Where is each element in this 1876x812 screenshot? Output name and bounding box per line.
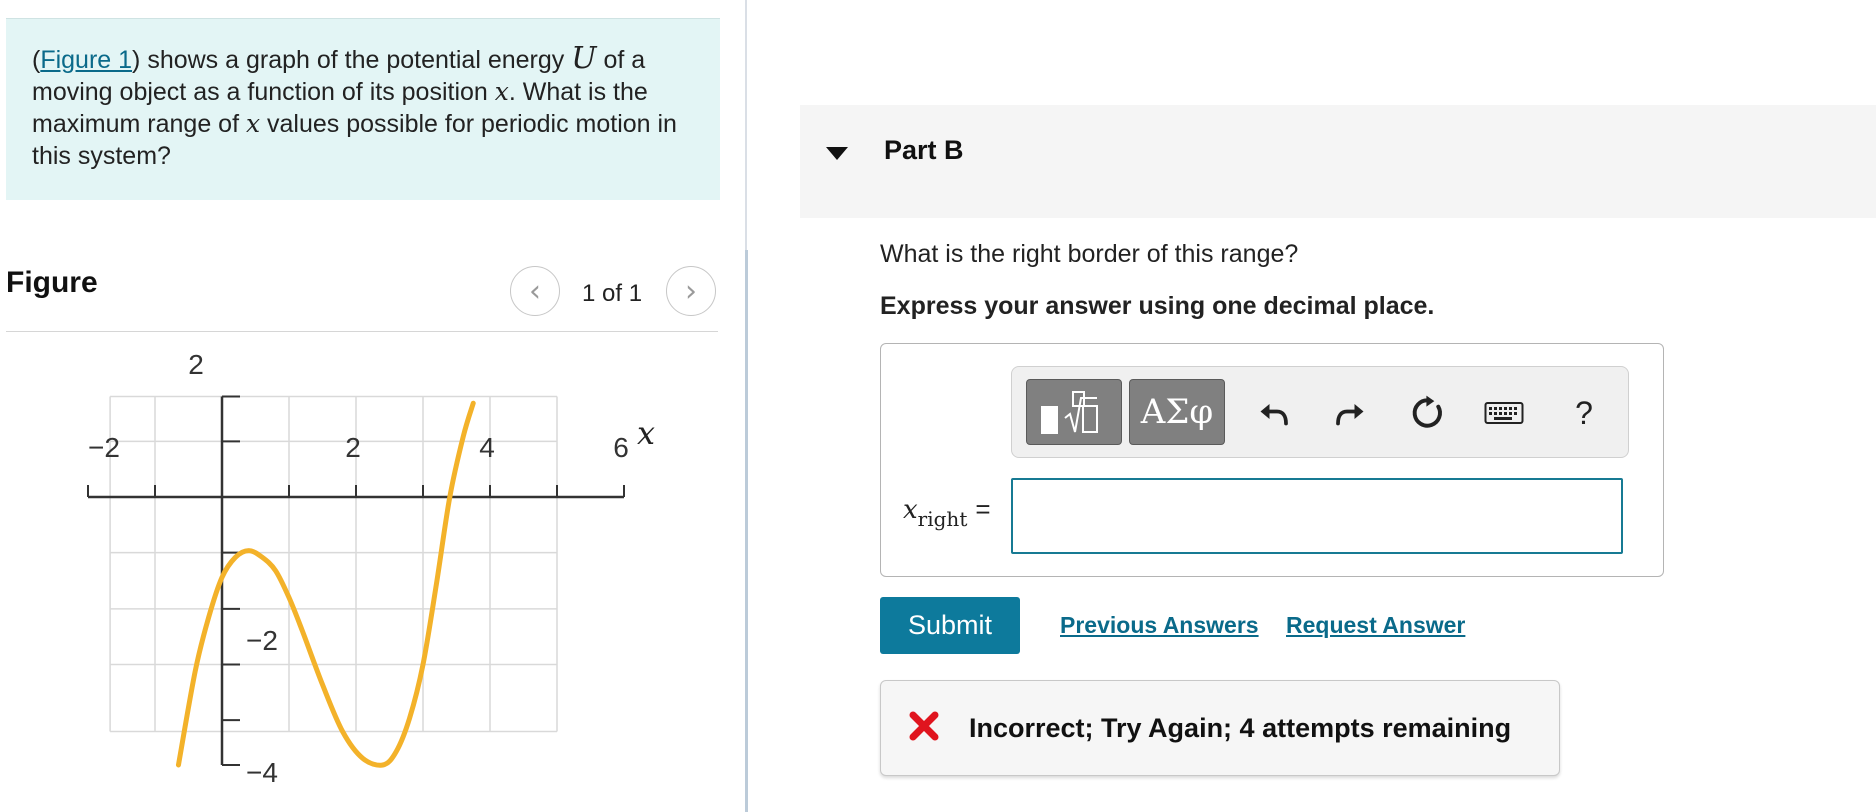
answer-variable-label: xright = bbox=[903, 494, 991, 531]
collapse-triangle-icon[interactable] bbox=[826, 147, 848, 160]
feedback-banner: Incorrect; Try Again; 4 attempts remaini… bbox=[880, 680, 1560, 776]
request-answer-link[interactable]: Request Answer bbox=[1286, 612, 1465, 639]
figure-link[interactable]: Figure 1 bbox=[40, 46, 132, 74]
greek-symbols-button[interactable]: ΑΣφ bbox=[1129, 379, 1225, 445]
problem-statement-box: (Figure 1) shows a graph of the potentia… bbox=[6, 18, 720, 200]
part-title: Part B bbox=[884, 135, 964, 165]
equals-sign: = bbox=[975, 494, 991, 524]
problem-text-seg1: ) shows a graph of the potential energy bbox=[132, 46, 572, 74]
previous-answers-link[interactable]: Previous Answers bbox=[1060, 612, 1259, 639]
previous-figure-button[interactable]: ‹ bbox=[510, 266, 560, 316]
y-tick-label: −4 bbox=[246, 757, 278, 788]
figure-title: Figure bbox=[6, 266, 98, 299]
answer-box: ΑΣφ ? xright = bbox=[880, 343, 1664, 577]
chevron-left-icon: ‹ bbox=[529, 273, 541, 309]
templates-button[interactable] bbox=[1026, 379, 1122, 445]
answer-variable: x bbox=[903, 495, 918, 525]
chart-tick-labels: −2 2 4 6 2 −2 −4 x bbox=[88, 349, 655, 788]
x-tick-label: 6 bbox=[613, 432, 629, 463]
math-toolbar: ΑΣφ ? bbox=[1011, 366, 1629, 458]
next-figure-button[interactable]: › bbox=[666, 266, 716, 316]
problem-pane: (Figure 1) shows a graph of the potentia… bbox=[0, 0, 746, 812]
keyboard-icon[interactable] bbox=[1480, 389, 1528, 437]
math-var-x: x bbox=[494, 77, 509, 106]
answer-subscript: right bbox=[917, 507, 968, 531]
pane-divider-accent bbox=[745, 250, 748, 812]
feedback-text: Incorrect; Try Again; 4 attempts remaini… bbox=[969, 713, 1512, 743]
math-var-U: U bbox=[571, 41, 597, 76]
templates-icon bbox=[1041, 391, 1098, 434]
question-text: What is the right border of this range? bbox=[880, 240, 1299, 268]
figure-divider bbox=[6, 331, 718, 332]
x-axis-label: x bbox=[637, 414, 655, 452]
undo-icon[interactable] bbox=[1250, 389, 1298, 437]
math-var-x: x bbox=[245, 109, 261, 138]
help-button[interactable]: ? bbox=[1560, 389, 1608, 437]
chevron-right-icon: › bbox=[685, 273, 697, 309]
close-x-icon bbox=[909, 711, 939, 741]
answer-input[interactable] bbox=[1011, 478, 1623, 554]
instruction-text: Express your answer using one decimal pl… bbox=[880, 292, 1435, 320]
part-header[interactable]: Part B bbox=[800, 105, 1876, 218]
reset-icon[interactable] bbox=[1404, 389, 1452, 437]
y-tick-label: −2 bbox=[246, 625, 278, 656]
submit-button[interactable]: Submit bbox=[880, 597, 1020, 654]
problem-text: (Figure 1) shows a graph of the potentia… bbox=[32, 41, 677, 171]
redo-icon[interactable] bbox=[1326, 389, 1374, 437]
x-tick-label: 2 bbox=[345, 432, 361, 463]
x-tick-label: 4 bbox=[479, 432, 495, 463]
potential-energy-graph: −2 2 4 6 2 −2 −4 x bbox=[87, 349, 655, 788]
y-tick-label: 2 bbox=[188, 349, 204, 380]
figure-counter: 1 of 1 bbox=[582, 280, 643, 307]
x-tick-label: −2 bbox=[88, 432, 120, 463]
